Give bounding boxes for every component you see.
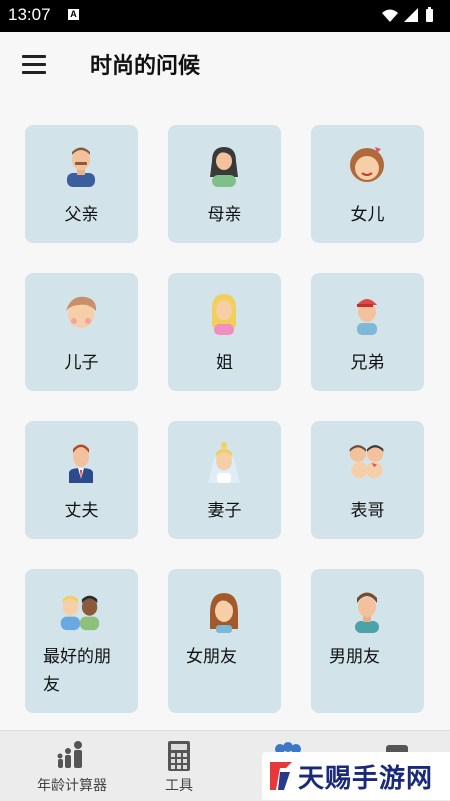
card-label: 兄弟 <box>350 353 385 373</box>
family-icon <box>57 741 82 768</box>
card-label: 儿子 <box>64 353 99 373</box>
calculator-icon <box>168 741 190 771</box>
cousin-avatar-icon <box>349 445 384 479</box>
card-best-friend[interactable]: 最好的朋友 <box>25 569 138 713</box>
a-icon: A <box>68 9 79 20</box>
card-daughter[interactable]: 女儿 <box>311 125 424 243</box>
card-cousin[interactable]: 表哥 <box>311 421 424 539</box>
card-label: 男朋友 <box>329 647 380 667</box>
daughter-avatar-icon <box>350 147 384 182</box>
card-label: 最好的朋友 <box>43 647 111 695</box>
card-label: 妻子 <box>207 501 242 521</box>
boyfriend-avatar-icon <box>355 592 379 633</box>
card-girlfriend[interactable]: 女朋友 <box>168 569 281 713</box>
card-label: 女儿 <box>350 205 385 225</box>
card-husband[interactable]: 丈夫 <box>25 421 138 539</box>
app-bar: 时尚的问候 <box>0 32 450 98</box>
wife-avatar-icon <box>208 442 240 483</box>
father-avatar-icon <box>67 147 95 187</box>
card-label: 丈夫 <box>64 501 99 521</box>
nav-label: 年龄计算器 <box>37 778 107 794</box>
sister-avatar-icon <box>212 294 236 335</box>
girlfriend-avatar-icon <box>210 593 238 633</box>
brother-avatar-icon <box>357 299 377 335</box>
nav-label: 工具 <box>165 778 193 794</box>
husband-avatar-icon <box>69 444 93 483</box>
card-label: 表哥 <box>350 501 385 521</box>
son-avatar-icon <box>66 296 97 328</box>
signal-icon <box>404 8 418 22</box>
nav-item-age-calculator[interactable]: 年龄计算器 <box>16 731 128 801</box>
card-wife[interactable]: 妻子 <box>168 421 281 539</box>
card-label: 姐 <box>216 353 233 373</box>
watermark-logo-icon <box>270 762 292 790</box>
watermark: 天赐手游网 <box>262 752 450 800</box>
hamburger-menu-icon[interactable] <box>22 54 48 76</box>
status-time: 13:07 <box>8 5 51 24</box>
status-bar: 13:07 A <box>0 0 450 32</box>
card-label: 父亲 <box>64 205 99 225</box>
card-label: 母亲 <box>207 205 242 225</box>
card-sister[interactable]: 姐 <box>168 273 281 391</box>
card-boyfriend[interactable]: 男朋友 <box>311 569 424 713</box>
watermark-text: 天赐手游网 <box>298 764 434 794</box>
battery-icon <box>426 9 433 22</box>
nav-item-tools[interactable]: 工具 <box>123 731 235 801</box>
card-brother[interactable]: 兄弟 <box>311 273 424 391</box>
card-mother[interactable]: 母亲 <box>168 125 281 243</box>
page-title: 时尚的问候 <box>90 54 201 79</box>
card-father[interactable]: 父亲 <box>25 125 138 243</box>
card-label: 女朋友 <box>186 647 237 667</box>
best-friends-avatar-icon <box>60 595 100 631</box>
mother-avatar-icon <box>210 147 238 187</box>
card-son[interactable]: 儿子 <box>25 273 138 391</box>
status-icons <box>382 7 433 22</box>
wifi-icon <box>382 9 398 22</box>
